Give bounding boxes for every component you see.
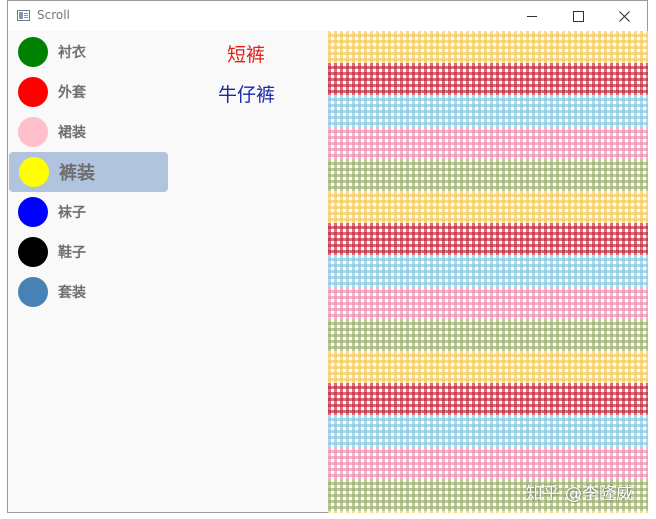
pattern-stripe	[328, 31, 648, 63]
category-label: 裙装	[58, 125, 86, 141]
category-item[interactable]: 套装	[8, 272, 168, 312]
watermark: 知乎 @李隆威	[525, 484, 633, 504]
maximize-button[interactable]	[555, 1, 601, 31]
pattern-stripe	[328, 351, 648, 383]
category-item[interactable]: 衬衣	[8, 32, 168, 72]
category-label: 鞋子	[58, 245, 86, 261]
color-dot-icon	[18, 37, 48, 67]
color-dot-icon	[18, 277, 48, 307]
color-dot-icon	[18, 77, 48, 107]
category-item[interactable]: 外套	[8, 72, 168, 112]
category-label: 袜子	[58, 205, 86, 221]
pattern-stripe	[328, 127, 648, 159]
pattern-stripe	[328, 319, 648, 351]
pattern-stripe	[328, 159, 648, 191]
category-label: 套装	[58, 285, 86, 301]
pattern-stripe	[328, 511, 648, 513]
pattern-stripe	[328, 191, 648, 223]
subcategory-item[interactable]: 牛仔裤	[218, 80, 275, 107]
category-label: 外套	[58, 85, 86, 101]
category-label: 裤装	[59, 163, 95, 184]
pattern-stripe	[328, 447, 648, 479]
color-dot-icon	[18, 117, 48, 147]
window-title: Scroll	[37, 8, 70, 22]
pattern-stripe	[328, 95, 648, 127]
close-button[interactable]	[601, 1, 647, 31]
app-window: Scroll 衬衣外套裙装裤装袜子鞋子套装 短裤牛仔裤 知乎 @李隆威	[7, 0, 648, 513]
category-item[interactable]: 鞋子	[8, 232, 168, 272]
minimize-button[interactable]	[509, 1, 555, 31]
close-icon	[618, 10, 630, 22]
pattern-stripe	[328, 223, 648, 255]
color-dot-icon	[19, 157, 49, 187]
gingham-pattern-panel[interactable]	[328, 31, 648, 513]
maximize-icon	[572, 10, 584, 22]
subcategory-item[interactable]: 短裤	[227, 40, 265, 67]
pattern-stripe	[328, 415, 648, 447]
pattern-stripe	[328, 383, 648, 415]
pattern-stripe	[328, 255, 648, 287]
client-area: 衬衣外套裙装裤装袜子鞋子套装 短裤牛仔裤 知乎 @李隆威	[8, 31, 648, 513]
color-dot-icon	[18, 197, 48, 227]
category-item[interactable]: 裙装	[8, 112, 168, 152]
app-window-icon	[17, 10, 30, 21]
color-dot-icon	[18, 237, 48, 267]
pattern-stripe	[328, 63, 648, 95]
category-item[interactable]: 裤装	[9, 152, 168, 192]
category-label: 衬衣	[58, 45, 86, 61]
title-bar[interactable]: Scroll	[8, 1, 647, 31]
minimize-icon	[527, 15, 537, 17]
category-item[interactable]: 袜子	[8, 192, 168, 232]
pattern-stripe	[328, 287, 648, 319]
